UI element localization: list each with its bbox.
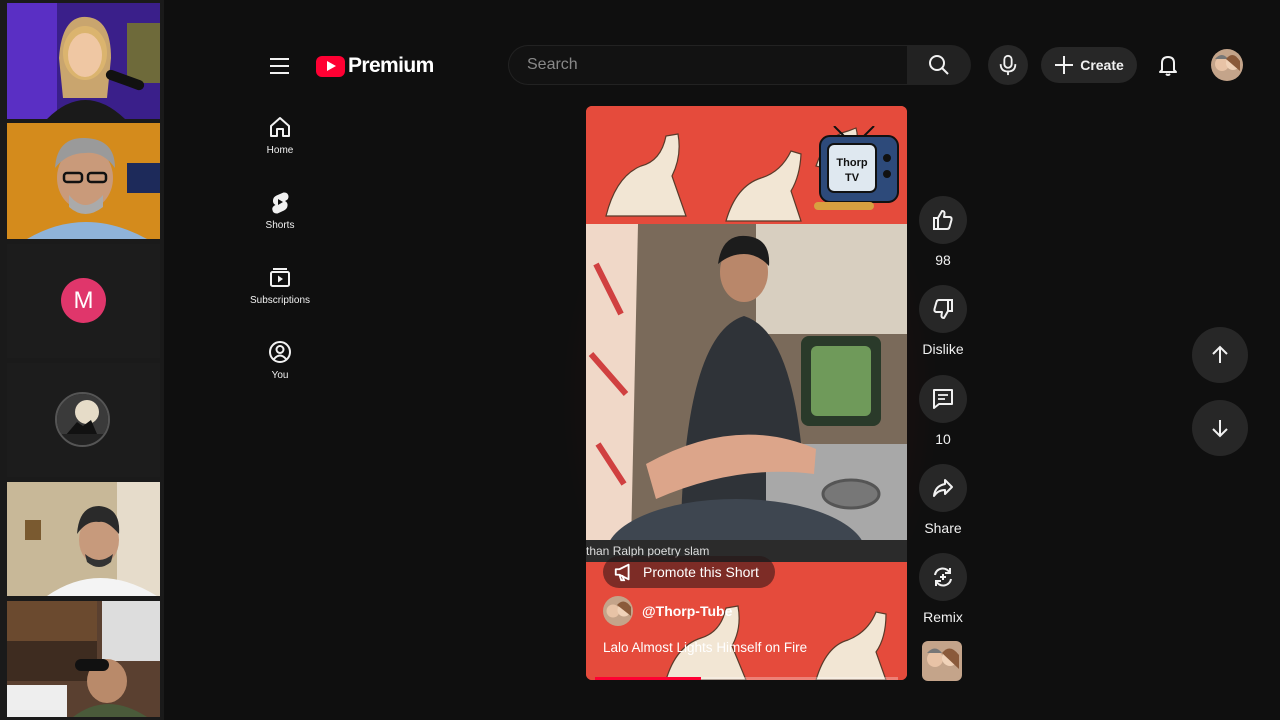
comments-circle bbox=[919, 375, 967, 423]
share-button[interactable]: Share bbox=[917, 464, 969, 536]
dislike-label: Dislike bbox=[922, 341, 964, 357]
guide-label: You bbox=[271, 370, 289, 381]
search-icon bbox=[929, 55, 949, 75]
dislike-circle bbox=[919, 285, 967, 333]
participant-tile-avatar[interactable] bbox=[7, 363, 160, 477]
sound-thumbnail[interactable] bbox=[922, 641, 962, 681]
guide-item-shorts[interactable]: Shorts bbox=[244, 190, 316, 231]
video-content bbox=[586, 224, 907, 546]
channel-avatar bbox=[603, 596, 633, 626]
remix-label: Remix bbox=[923, 609, 963, 625]
home-icon bbox=[270, 117, 290, 137]
search-box bbox=[508, 45, 907, 85]
guide-label: Subscriptions bbox=[249, 295, 311, 306]
search-button[interactable] bbox=[907, 45, 971, 85]
share-circle bbox=[919, 464, 967, 512]
comments-button[interactable]: 10 bbox=[917, 375, 969, 447]
participant-video bbox=[7, 3, 160, 119]
guide-item-subscriptions[interactable]: Subscriptions bbox=[244, 265, 316, 306]
participant-tile-woman[interactable] bbox=[7, 3, 160, 119]
you-icon bbox=[269, 341, 291, 363]
create-label: Create bbox=[1080, 57, 1124, 73]
bell-icon bbox=[1159, 56, 1177, 76]
previous-short-button[interactable] bbox=[1192, 327, 1248, 383]
like-count: 98 bbox=[935, 252, 951, 268]
participant-video bbox=[7, 123, 160, 239]
share-icon bbox=[933, 479, 953, 497]
participant-tile-man[interactable] bbox=[7, 482, 160, 596]
participant-avatar bbox=[55, 392, 110, 447]
guide-label: Shorts bbox=[265, 220, 295, 231]
thumbs-up-icon bbox=[933, 210, 953, 230]
badge-text: Thorp bbox=[836, 157, 867, 169]
account-avatar[interactable] bbox=[1211, 49, 1243, 81]
remix-circle bbox=[919, 553, 967, 601]
badge-text: TV bbox=[845, 172, 860, 184]
channel-handle: @Thorp-Tube bbox=[642, 603, 733, 619]
promote-short-button[interactable]: Promote this Short bbox=[603, 556, 775, 588]
short-video-player[interactable]: Thorp TV than Ralph poetry slam Promote … bbox=[586, 106, 907, 680]
participant-tile-mic[interactable] bbox=[7, 601, 160, 717]
voice-search-button[interactable] bbox=[988, 45, 1028, 85]
megaphone-icon bbox=[614, 563, 630, 582]
like-circle bbox=[919, 196, 967, 244]
remix-button[interactable]: Remix bbox=[917, 553, 969, 625]
short-title[interactable]: Lalo Almost Lights Himself on Fire bbox=[603, 640, 807, 655]
video-call-sidebar: M bbox=[0, 0, 164, 720]
comment-icon bbox=[933, 389, 953, 409]
notifications-button[interactable] bbox=[1153, 50, 1183, 80]
guide-label: Home bbox=[266, 145, 294, 156]
youtube-premium-logo[interactable]: Premium bbox=[316, 54, 434, 78]
participant-avatar: M bbox=[61, 278, 106, 323]
next-short-button[interactable] bbox=[1192, 400, 1248, 456]
comment-count: 10 bbox=[935, 431, 951, 447]
youtube-logo-icon bbox=[316, 55, 345, 77]
remix-icon bbox=[934, 567, 952, 587]
microphone-icon bbox=[999, 54, 1017, 76]
dislike-button[interactable]: Dislike bbox=[917, 285, 969, 357]
participant-video bbox=[7, 601, 160, 717]
like-button[interactable]: 98 bbox=[917, 196, 969, 268]
shorts-icon bbox=[272, 192, 289, 214]
video-progress-bar[interactable] bbox=[595, 677, 898, 680]
promote-label: Promote this Short bbox=[643, 564, 759, 580]
guide-item-home[interactable]: Home bbox=[244, 115, 316, 156]
participant-tile-man-glasses[interactable] bbox=[7, 123, 160, 239]
guide-item-you[interactable]: You bbox=[244, 340, 316, 381]
participant-video bbox=[7, 482, 160, 596]
menu-icon[interactable] bbox=[266, 53, 294, 79]
create-button[interactable]: Create bbox=[1041, 47, 1137, 83]
plus-icon bbox=[1055, 56, 1074, 74]
subscriptions-icon bbox=[270, 268, 290, 287]
thumbs-down-icon bbox=[933, 299, 953, 319]
participant-tile-m[interactable]: M bbox=[7, 244, 160, 358]
search-input[interactable] bbox=[509, 46, 907, 84]
arrow-down-icon bbox=[1212, 420, 1228, 438]
channel-link[interactable]: @Thorp-Tube bbox=[603, 596, 732, 626]
thorp-tv-badge-icon: Thorp TV bbox=[814, 126, 899, 210]
logo-text: Premium bbox=[348, 54, 434, 77]
arrow-up-icon bbox=[1212, 345, 1228, 363]
share-label: Share bbox=[924, 520, 962, 536]
progress-fill bbox=[595, 677, 702, 680]
